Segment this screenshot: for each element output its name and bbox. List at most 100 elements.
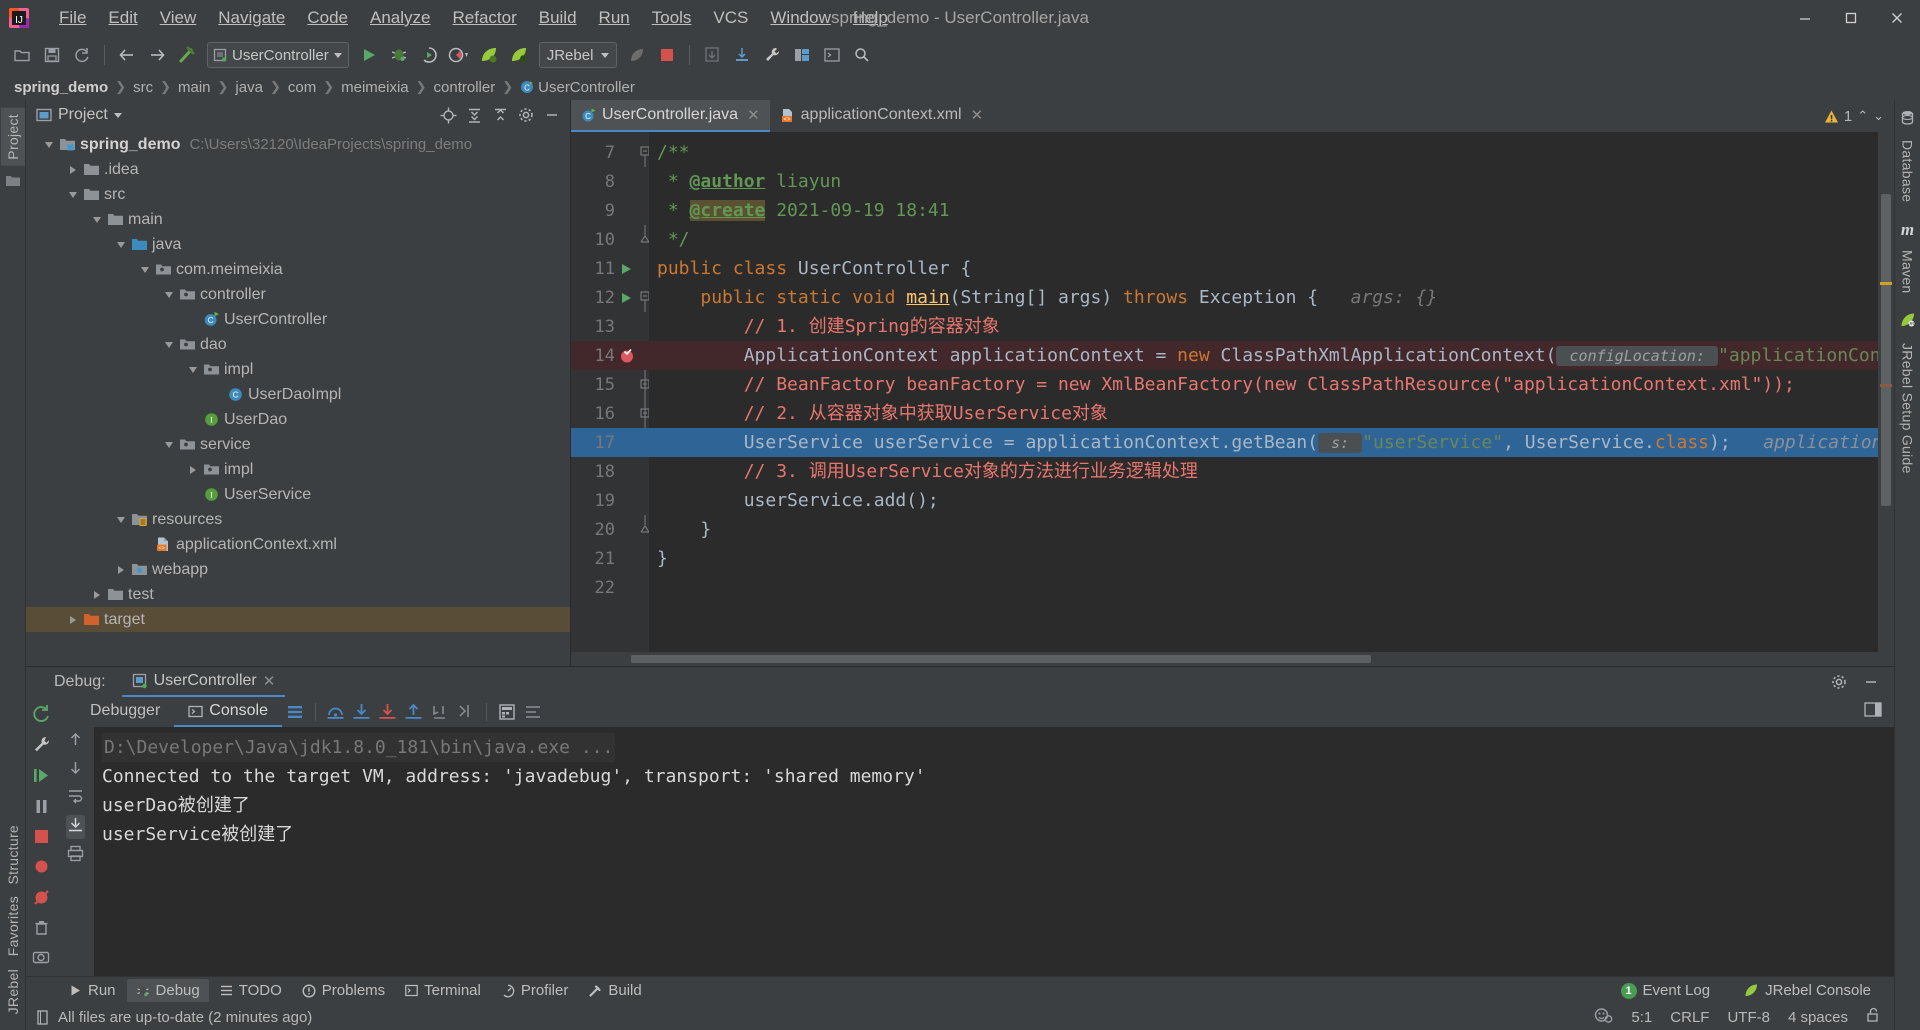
camera-icon[interactable] — [32, 948, 50, 971]
menu-build[interactable]: Build — [528, 4, 588, 32]
tree-node-userdao[interactable]: I UserDao — [26, 407, 570, 432]
chevron-right-icon[interactable] — [112, 557, 129, 582]
menu-window[interactable]: Window — [759, 4, 841, 32]
step-over-icon[interactable] — [323, 699, 349, 725]
jrebel-selector[interactable]: JRebel — [538, 42, 618, 68]
next-problem-icon[interactable]: ⌄ — [1873, 108, 1884, 124]
tree-node-com-meimeixia[interactable]: com.meimeixia — [26, 257, 570, 282]
tree-node-impl[interactable]: impl — [26, 457, 570, 482]
code-line-21[interactable]: } — [649, 544, 1894, 573]
tool-button-build[interactable]: Build — [579, 979, 650, 1002]
minimize-button[interactable] — [1782, 0, 1828, 36]
expand-icon[interactable] — [488, 103, 512, 127]
gutter-line-15[interactable]: 15 — [571, 370, 650, 399]
sidebar-item-maven[interactable]: Maven — [1897, 246, 1919, 298]
inspection-face-icon[interactable] — [1594, 1007, 1613, 1028]
gutter-line-10[interactable]: 10 — [571, 225, 650, 254]
sidebar-item-jrebel[interactable]: JRebel — [1, 963, 25, 1020]
hscrollbar-thumb[interactable] — [631, 655, 1371, 663]
commit-icon[interactable] — [728, 41, 756, 69]
tree-node-service[interactable]: service — [26, 432, 570, 457]
tool-button-terminal[interactable]: Terminal — [396, 979, 490, 1002]
project-structure-icon[interactable] — [788, 41, 816, 69]
gutter-line-9[interactable]: 9 — [571, 196, 649, 225]
caret-position[interactable]: 5:1 — [1631, 1009, 1652, 1026]
lock-open-icon[interactable] — [1866, 1007, 1880, 1027]
debug-button[interactable] — [385, 41, 413, 69]
line-separator[interactable]: CRLF — [1670, 1009, 1709, 1026]
menu-bar[interactable]: File Edit View Navigate Code Analyze Ref… — [48, 4, 899, 32]
run-configuration-selector[interactable]: UserController — [207, 42, 349, 68]
tree-node-applicationcontext-xml[interactable]: <> applicationContext.xml — [26, 532, 570, 557]
tree-node-spring-demo[interactable]: spring_demo C:\Users\32120\IdeaProjects\s… — [26, 132, 570, 157]
maximize-button[interactable] — [1828, 0, 1874, 36]
chevron-down-icon[interactable] — [113, 112, 122, 118]
chevron-down-icon[interactable] — [184, 357, 201, 382]
tree-node-userservice[interactable]: I UserService — [26, 482, 570, 507]
collapse-all-icon[interactable] — [462, 103, 486, 127]
scrollbar-thumb[interactable] — [1881, 194, 1891, 506]
gutter-line-20[interactable]: 20 — [571, 515, 650, 544]
chevron-down-icon[interactable] — [160, 282, 177, 307]
gutter-line-19[interactable]: 19 — [571, 486, 649, 515]
menu-help[interactable]: Help — [842, 4, 899, 32]
chevron-down-icon[interactable] — [112, 232, 129, 257]
gutter-line-8[interactable]: 8 — [571, 167, 649, 196]
gutter-line-16[interactable]: 16 — [571, 399, 650, 428]
chevron-down-icon[interactable] — [88, 207, 105, 232]
code-line-19[interactable]: userService.add(); — [649, 486, 1894, 515]
tree-node--idea[interactable]: .idea — [26, 157, 570, 182]
settings-gear-icon[interactable] — [514, 103, 538, 127]
chevron-down-icon[interactable] — [601, 52, 610, 58]
chevron-down-icon[interactable] — [160, 332, 177, 357]
tab-console[interactable]: Console — [174, 697, 282, 727]
changed-lines-marker[interactable] — [1880, 384, 1892, 387]
tab-debugger[interactable]: Debugger — [76, 697, 174, 727]
terminal-icon[interactable] — [818, 41, 846, 69]
back-arrow-icon[interactable] — [113, 41, 141, 69]
breadcrumb-item-main[interactable]: main — [174, 78, 215, 97]
tree-node-impl[interactable]: impl — [26, 357, 570, 382]
tree-node-src[interactable]: src — [26, 182, 570, 207]
sidebar-item-favorites[interactable]: Favorites — [1, 890, 25, 962]
wrench-icon[interactable] — [32, 735, 51, 759]
run-gutter-icon[interactable] — [619, 283, 633, 312]
sidebar-item-database[interactable]: Database — [1897, 136, 1919, 206]
prev-problem-icon[interactable]: ⌃ — [1857, 108, 1868, 124]
tool-button-debug[interactable]: Debug — [126, 979, 209, 1002]
close-button[interactable] — [1874, 0, 1920, 36]
code-line-22[interactable] — [649, 573, 1894, 602]
chevron-right-icon[interactable] — [64, 157, 81, 182]
sidebar-item-project[interactable]: Project — [0, 108, 25, 166]
breadcrumb-item-java[interactable]: java — [231, 78, 267, 97]
hide-panel-icon[interactable] — [540, 103, 564, 127]
breadcrumb-item-usercontroller[interactable]: C UserController — [516, 78, 639, 97]
code-text-area[interactable]: /** * @author liayun * @create 2021-09-1… — [649, 132, 1894, 652]
tree-node-usercontroller[interactable]: C UserController — [26, 307, 570, 332]
trash-icon[interactable] — [33, 919, 50, 941]
tool-button-todo[interactable]: TODO — [211, 979, 291, 1002]
gutter-line-7[interactable]: 7 — [571, 138, 650, 167]
step-out-icon[interactable] — [401, 699, 427, 725]
breadcrumb-item-meimeixia[interactable]: meimeixia — [337, 78, 413, 97]
tool-button-profiler[interactable]: Profiler — [492, 979, 578, 1002]
tree-node-userdaoimpl[interactable]: C UserDaoImpl — [26, 382, 570, 407]
pause-icon[interactable] — [32, 797, 51, 821]
chevron-down-icon[interactable] — [136, 257, 153, 282]
run-with-coverage-icon[interactable] — [415, 41, 443, 69]
code-line-8[interactable]: * @author liayun — [649, 167, 1894, 196]
build-hammer-icon[interactable] — [173, 41, 201, 69]
rerun-green-icon[interactable] — [31, 703, 51, 728]
inspection-widget[interactable]: 1 ⌃ ⌄ — [1824, 100, 1894, 132]
code-line-14[interactable]: ApplicationContext applicationContext = … — [649, 341, 1894, 370]
editor-scrollbar[interactable] — [1878, 132, 1894, 652]
soft-wrap-icon[interactable] — [67, 787, 84, 809]
tree-node-resources[interactable]: resources — [26, 507, 570, 532]
settings-gear-icon[interactable] — [1826, 669, 1852, 695]
layout-settings-icon[interactable] — [282, 699, 308, 725]
profile-icon[interactable] — [445, 41, 473, 69]
hide-panel-icon[interactable] — [1858, 669, 1884, 695]
tree-node-webapp[interactable]: webapp — [26, 557, 570, 582]
gutter-line-21[interactable]: 21 — [571, 544, 649, 573]
editor-gutter[interactable]: 7 8 9 10 11 12 13 14 15 16 17 18 19 20 21 22 — [571, 132, 650, 652]
